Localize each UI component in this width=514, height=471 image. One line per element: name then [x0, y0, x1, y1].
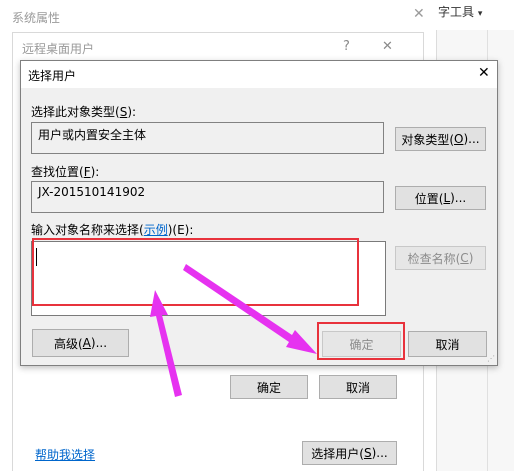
arrow-down-right-icon: [183, 264, 317, 354]
annotation-arrows: [150, 264, 317, 397]
arrow-up-icon: [150, 290, 182, 397]
